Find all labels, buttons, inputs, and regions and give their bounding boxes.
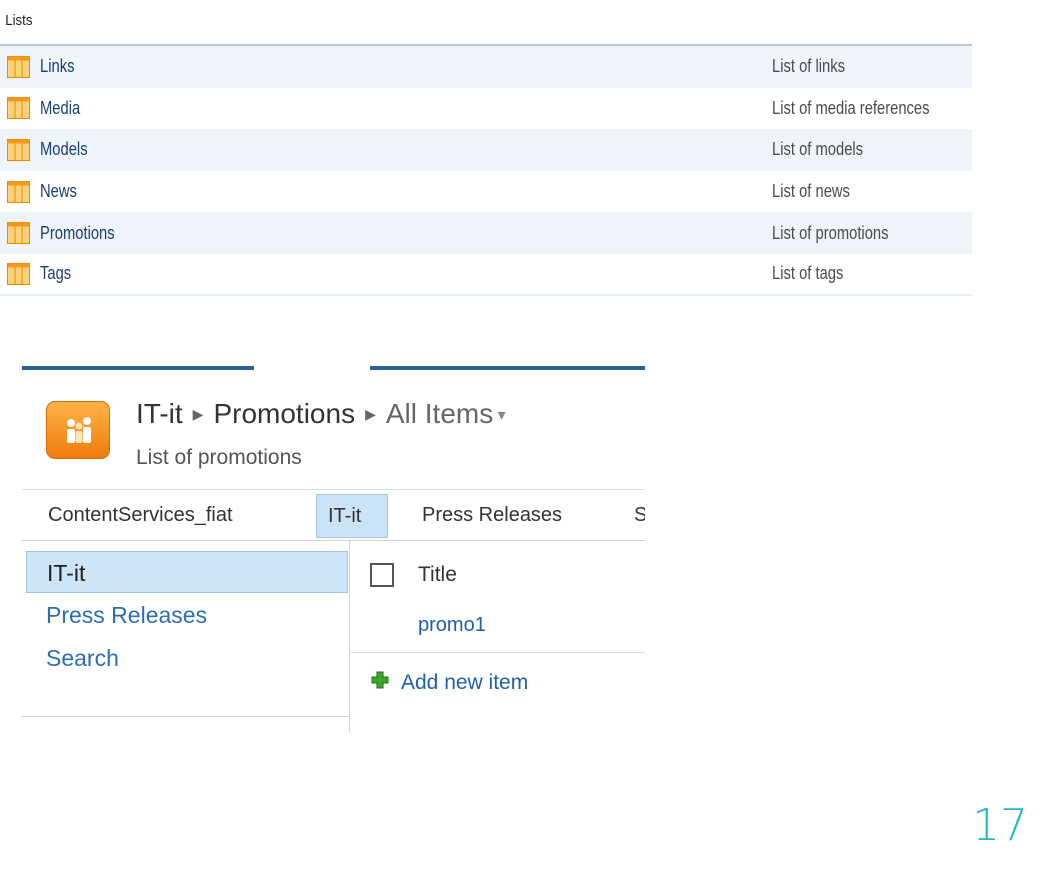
- lists-heading: Lists: [5, 12, 33, 29]
- list-icon: [7, 55, 30, 78]
- list-description: List of news: [772, 181, 850, 202]
- list-description: List of links: [772, 56, 846, 77]
- list-row-media[interactable]: Media List of media references: [0, 88, 972, 130]
- select-all-checkbox[interactable]: [370, 563, 394, 587]
- list-name[interactable]: Links: [40, 56, 74, 77]
- chevron-right-icon: ▶: [365, 406, 376, 422]
- quick-launch-divider: [22, 716, 350, 717]
- list-row-links[interactable]: Links List of links: [0, 46, 972, 88]
- list-icon: [7, 138, 30, 161]
- list-icon: [7, 222, 30, 245]
- quicklaunch-item-it-it[interactable]: IT-it: [26, 551, 348, 593]
- list-row-models[interactable]: Models List of models: [0, 129, 972, 171]
- list-description: List of media references: [772, 97, 930, 118]
- list-name[interactable]: Models: [40, 139, 88, 160]
- quicklaunch-item-press-releases[interactable]: Press Releases: [26, 594, 348, 636]
- page-number: 17: [972, 800, 1028, 851]
- list-icon: [7, 262, 30, 285]
- list-icon: [7, 97, 30, 120]
- column-header-title[interactable]: Title: [418, 563, 457, 587]
- breadcrumb: IT-it ▶ Promotions ▶ All Items ▾: [136, 398, 506, 430]
- nav-item-it-it[interactable]: IT-it: [316, 494, 388, 538]
- list-description: List of promotions: [136, 446, 302, 469]
- list-content: Title promo1 Add new item: [351, 541, 645, 732]
- quicklaunch-item-search[interactable]: Search: [26, 637, 348, 679]
- top-navigation: ContentServices_fiat IT-it Press Release…: [22, 490, 645, 541]
- lists-panel: Lists Links List of links Media List of …: [0, 0, 972, 296]
- list-name[interactable]: News: [40, 181, 77, 202]
- list-name[interactable]: Media: [40, 98, 80, 119]
- breadcrumb-list[interactable]: Promotions: [213, 398, 355, 429]
- nav-item-press-releases[interactable]: Press Releases: [422, 494, 562, 538]
- nav-item-search[interactable]: S: [634, 494, 645, 538]
- list-row-promotions[interactable]: Promotions List of promotions: [0, 212, 972, 254]
- plus-icon[interactable]: [371, 671, 389, 689]
- breadcrumb-site[interactable]: IT-it: [136, 398, 183, 429]
- list-item-link[interactable]: promo1: [418, 614, 486, 637]
- list-description: List of tags: [772, 263, 844, 284]
- divider: [351, 652, 645, 653]
- page-header: IT-it ▶ Promotions ▶ All Items ▾ List of pro…: [22, 366, 645, 490]
- site-logo-icon[interactable]: [46, 401, 110, 459]
- quick-launch: IT-it Press Releases Search: [22, 541, 350, 732]
- view-selector[interactable]: All Items: [386, 398, 493, 429]
- list-row-news[interactable]: News List of news: [0, 171, 972, 213]
- list-description: List of promotions: [772, 222, 889, 243]
- add-new-item-link[interactable]: Add new item: [401, 671, 528, 695]
- sharepoint-list-view: IT-it ▶ Promotions ▶ All Items ▾ List of pro…: [22, 366, 645, 732]
- chevron-down-icon[interactable]: ▾: [493, 407, 506, 424]
- list-name[interactable]: Tags: [40, 263, 71, 284]
- list-name[interactable]: Promotions: [40, 223, 115, 244]
- list-row-tags[interactable]: Tags List of tags: [0, 254, 972, 296]
- list-description: List of models: [772, 139, 864, 160]
- nav-item-contentservices[interactable]: ContentServices_fiat: [48, 494, 233, 538]
- list-icon: [7, 180, 30, 203]
- chevron-right-icon: ▶: [192, 406, 204, 422]
